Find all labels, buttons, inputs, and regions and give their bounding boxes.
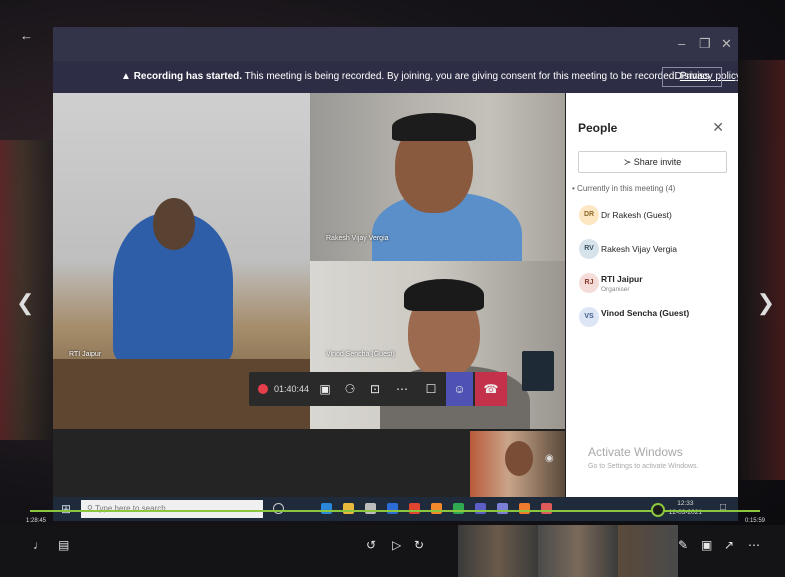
teams-meeting-window: – ❐ ✕ ▲ Recording has started. This meet… (53, 27, 738, 497)
restore-icon[interactable]: ❐ (699, 36, 711, 52)
windows-taskbar: ⊞ ⚲ Type here to search 12:33 12-03-2021… (53, 497, 738, 521)
close-panel-icon[interactable]: ✕ (712, 119, 724, 136)
hang-up-icon[interactable]: ☎ (475, 372, 507, 406)
forward-30-icon[interactable]: ↻ (414, 538, 424, 552)
app-icon[interactable] (497, 503, 508, 514)
expand-icon[interactable]: ↗ (724, 538, 734, 552)
recording-banner: ▲ Recording has started. This meeting is… (53, 61, 738, 93)
chevron-down-icon: • (572, 184, 575, 193)
avatar: DR (579, 205, 599, 225)
taskbar-clock[interactable]: 12:33 12-03-2021 (669, 499, 702, 517)
activate-windows-watermark: Activate Windows Go to Settings to activ… (588, 445, 738, 470)
store-icon[interactable] (365, 503, 376, 514)
chrome-icon[interactable] (409, 503, 420, 514)
warning-icon: ▲ (121, 71, 131, 82)
call-controls-toolbar: 01:40:44 ▣ ⚆ ⊡ ⋯ ☐ ☺ ☎ (249, 372, 507, 406)
avatar: RV (579, 239, 599, 259)
elapsed-time: 1:28:45 (26, 518, 47, 524)
thumbnail-preview[interactable] (458, 525, 538, 577)
clock-time: 12:33 (677, 500, 694, 507)
participant-name: Dr Rakesh (Guest) (601, 210, 672, 220)
video-tile-rakesh[interactable]: Rakesh Vijay Vergia (310, 93, 565, 261)
app-icon[interactable] (541, 503, 552, 514)
cortana-icon[interactable] (273, 503, 284, 514)
participant-head (505, 441, 533, 476)
dismiss-button[interactable]: Dismiss (662, 67, 722, 87)
thumbnail-preview[interactable] (538, 525, 618, 577)
title-bar: – ❐ ✕ (53, 27, 738, 61)
more-options-icon[interactable]: ⋯ (391, 372, 413, 406)
activate-title: Activate Windows (588, 445, 683, 459)
share-invite-button[interactable]: ≻ Share invite (578, 151, 727, 173)
in-meeting-label: Currently in this meeting (4) (577, 184, 676, 193)
self-view-video[interactable] (470, 431, 565, 497)
tile-name-tag: Vinod Sencha (Guest) (326, 351, 395, 358)
minimize-icon[interactable]: – (678, 36, 685, 51)
microphone-icon[interactable]: ⚆ (339, 372, 361, 406)
windows-start-icon[interactable]: ⊞ (61, 502, 71, 516)
video-player-stage: ← ❮ ❯ – ❐ ✕ ▲ Recording has started. Thi… (0, 0, 785, 577)
remaining-time: 0:15:59 (744, 518, 765, 524)
empty-stage-area (53, 429, 470, 497)
recording-message: ▲ Recording has started. This meeting is… (121, 71, 738, 82)
share-screen-icon[interactable]: ⊡ (364, 372, 386, 406)
captions-icon[interactable]: ▤ (58, 538, 69, 552)
thumbnail-preview[interactable] (618, 525, 678, 577)
play-icon[interactable]: ▷ (392, 538, 401, 552)
people-panel: People ✕ ≻ Share invite • Currently in t… (566, 93, 738, 497)
participant-hair (404, 279, 484, 311)
participant-head (153, 198, 195, 250)
participant-name: RTI Jaipur (601, 274, 643, 284)
in-meeting-header[interactable]: • Currently in this meeting (4) (572, 184, 675, 193)
next-chevron-icon[interactable]: ❯ (757, 290, 775, 316)
taskbar-search-input[interactable]: ⚲ Type here to search (81, 500, 263, 518)
prev-chevron-icon[interactable]: ❮ (16, 290, 34, 316)
tile-name-tag: RTI Jaipur (69, 351, 102, 358)
screen-icon[interactable]: ▣ (701, 538, 712, 552)
teams-icon[interactable] (475, 503, 486, 514)
app-icon[interactable] (519, 503, 530, 514)
participant-name: Vinod Sencha (Guest) (601, 308, 690, 318)
recording-dot-icon (258, 384, 268, 394)
volume-icon[interactable]: ♩ (33, 538, 45, 552)
avatar: RJ (579, 273, 599, 293)
firefox-icon[interactable] (431, 503, 442, 514)
activate-subtitle: Go to Settings to activate Windows. (588, 463, 699, 470)
pen-icon[interactable]: ✎ (678, 538, 688, 552)
camera-icon[interactable]: ▣ (314, 372, 336, 406)
participant-name: Rakesh Vijay Vergia (601, 244, 677, 254)
more-icon[interactable]: ⋯ (748, 538, 760, 552)
people-title: People (578, 121, 618, 135)
seek-handle[interactable] (651, 503, 665, 517)
camera-switch-icon[interactable]: ◉ (545, 453, 554, 464)
call-timer: 01:40:44 (274, 384, 310, 394)
file-explorer-icon[interactable] (343, 503, 354, 514)
share-icon: ≻ (623, 157, 632, 167)
share-invite-label: Share invite (633, 157, 682, 167)
mail-icon[interactable] (387, 503, 398, 514)
close-window-icon[interactable]: ✕ (721, 36, 732, 52)
monitor (522, 351, 554, 391)
back-arrow-icon[interactable]: ← (20, 28, 33, 43)
avatar: VS (579, 307, 599, 327)
chat-icon[interactable]: ☐ (419, 372, 443, 406)
rewind-10-icon[interactable]: ↺ (366, 538, 376, 552)
player-controls: ♩ ▤ ↺ ▷ ↻ ✎ ▣ ↗ ⋯ (0, 525, 785, 577)
recording-started-label: Recording has started. (133, 71, 243, 82)
edge-icon[interactable] (321, 503, 332, 514)
consent-text: This meeting is being recorded. By joini… (242, 71, 680, 82)
tile-name-tag: Rakesh Vijay Vergia (326, 235, 389, 242)
participant-role: Organiser (601, 286, 630, 293)
background-blur-right (735, 60, 785, 480)
app-icon[interactable] (453, 503, 464, 514)
participant-hair (392, 113, 476, 141)
participants-icon[interactable]: ☺ (446, 372, 473, 406)
